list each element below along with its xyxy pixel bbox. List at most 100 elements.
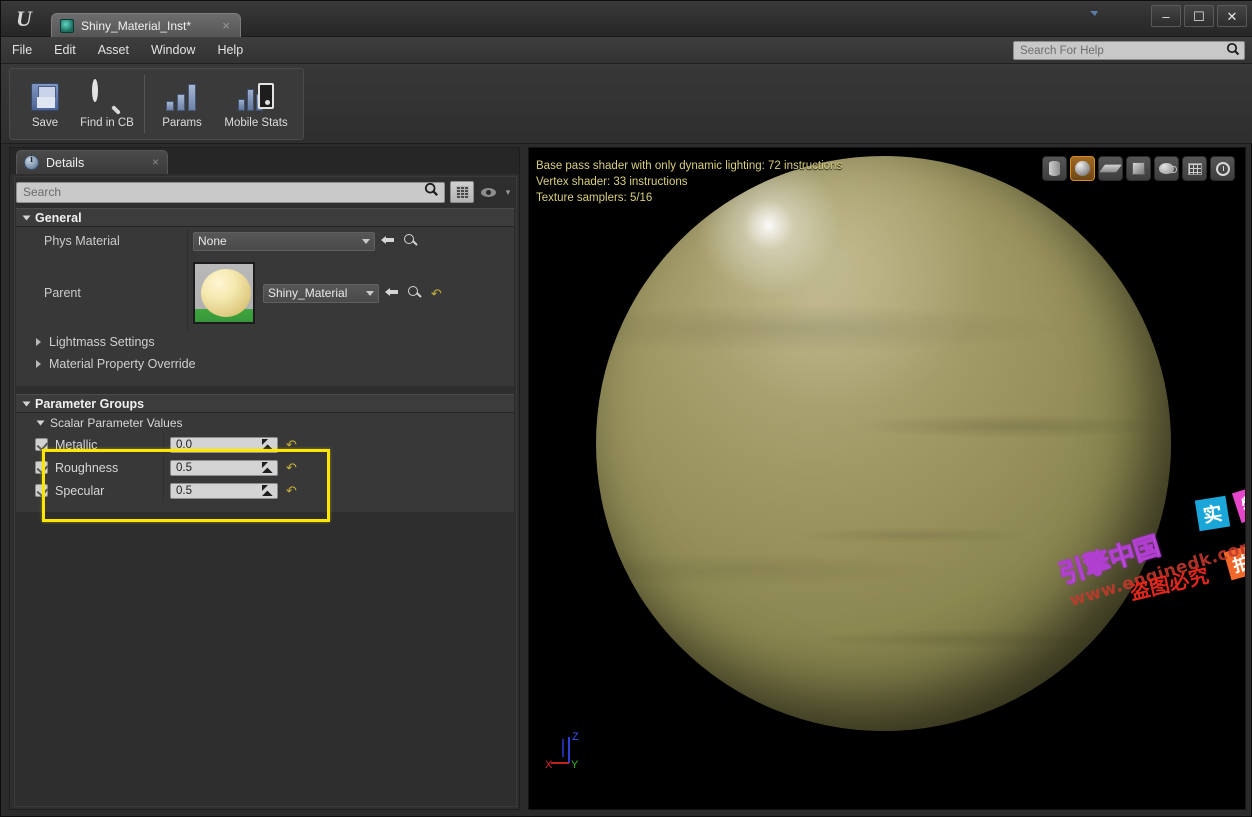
close-icon[interactable]: × — [152, 155, 159, 169]
use-selected-asset-icon[interactable] — [381, 233, 397, 249]
section-header-general[interactable]: General — [16, 208, 514, 227]
stat-base-pass: Base pass shader with only dynamic light… — [536, 160, 843, 172]
specular-value-input[interactable]: 0.5 — [170, 482, 278, 499]
titlebar-utility-icons — [1087, 9, 1135, 29]
floppy-disk-icon — [31, 79, 59, 115]
phys-material-label: Phys Material — [16, 227, 188, 255]
roughness-checkbox[interactable] — [35, 461, 48, 474]
watermark-tile-wu: 物 — [1231, 483, 1245, 524]
grid-toggle-button[interactable] — [1182, 156, 1207, 181]
reset-to-default-icon[interactable]: ↷ — [286, 483, 297, 498]
section-header-parameter-groups[interactable]: Parameter Groups — [16, 394, 514, 413]
browse-asset-icon[interactable] — [407, 285, 423, 301]
mobile-stats-icon — [238, 79, 274, 115]
chat-icon[interactable] — [1087, 9, 1107, 29]
realtime-icon — [1215, 161, 1230, 176]
svg-text:X: X — [545, 759, 553, 771]
row-lightmass-settings[interactable]: Lightmass Settings — [16, 331, 514, 353]
axis-gizmo: Z Y X — [541, 729, 601, 781]
specular-checkbox[interactable] — [35, 484, 48, 497]
shader-stats-overlay: Base pass shader with only dynamic light… — [536, 158, 842, 206]
menu-edit[interactable]: Edit — [43, 40, 87, 60]
editor-toolbar: Save Find in CB Params Mobile Stats — [1, 64, 1252, 144]
roughness-value-input[interactable]: 0.5 — [170, 459, 278, 476]
sphere-preview-button[interactable] — [1070, 156, 1095, 181]
menu-window[interactable]: Window — [140, 40, 206, 60]
param-row-roughness: Roughness 0.5 ↷ — [16, 456, 514, 479]
metallic-value-input[interactable]: 0.0 — [170, 436, 278, 453]
cube-icon — [1132, 162, 1145, 175]
find-in-cb-button[interactable]: Find in CB — [76, 69, 138, 139]
drag-spinner-icon[interactable] — [262, 439, 273, 450]
specular-value: 0.5 — [176, 484, 192, 497]
search-input[interactable]: Search — [16, 181, 445, 203]
chevron-down-icon[interactable]: ▾ — [502, 187, 514, 198]
details-tab-row: Details × — [10, 148, 519, 174]
grid-icon — [1187, 162, 1202, 175]
chevron-down-icon — [362, 238, 370, 244]
search-icon — [1226, 42, 1240, 59]
minimize-button[interactable]: – — [1151, 5, 1181, 27]
metallic-checkbox[interactable] — [35, 438, 48, 451]
info-icon — [24, 154, 39, 170]
parameter-groups-body: Scalar Parameter Values Metallic 0.0 ↷ R… — [16, 413, 514, 512]
title-bar: U Shiny_Material_Inst* × – ☐ ✕ — [1, 1, 1252, 37]
stat-vertex-shader: Vertex shader: 33 instructions — [536, 176, 688, 188]
reset-to-default-icon[interactable]: ↷ — [286, 437, 297, 452]
mobile-stats-button[interactable]: Mobile Stats — [213, 69, 299, 139]
cube-preview-button[interactable] — [1126, 156, 1151, 181]
feedback-icon[interactable] — [1115, 9, 1135, 29]
sphere-icon — [1075, 161, 1090, 176]
material-preview-viewport[interactable]: Base pass shader with only dynamic light… — [528, 147, 1246, 810]
metallic-label: Metallic — [55, 437, 98, 452]
menu-bar: File Edit Asset Window Help Search For H… — [1, 37, 1252, 64]
visibility-icon — [480, 187, 496, 197]
browse-asset-icon[interactable] — [403, 233, 419, 249]
close-icon[interactable]: × — [222, 18, 230, 33]
chevron-right-icon — [36, 360, 41, 368]
use-selected-asset-icon[interactable] — [385, 285, 401, 301]
save-label: Save — [31, 117, 59, 129]
chevron-down-icon — [366, 290, 374, 296]
row-parent: Parent Shiny_Material ↷ — [16, 255, 514, 331]
plane-preview-button[interactable] — [1098, 156, 1123, 181]
toolbar-group-stats: Params Mobile Stats — [147, 69, 303, 139]
teapot-preview-button[interactable] — [1154, 156, 1179, 181]
params-button[interactable]: Params — [151, 69, 213, 139]
parent-material-thumbnail[interactable] — [193, 262, 255, 324]
phys-material-dropdown[interactable]: None — [193, 231, 375, 251]
chevron-down-icon — [22, 215, 31, 220]
row-material-property-override[interactable]: Material Property Override — [16, 353, 514, 375]
parent-material-value: Shiny_Material — [268, 286, 348, 300]
asset-tab-label: Shiny_Material_Inst* — [81, 18, 192, 33]
menu-file[interactable]: File — [1, 40, 43, 60]
maximize-button[interactable]: ☐ — [1184, 5, 1214, 27]
reset-to-default-icon[interactable]: ↷ — [286, 460, 297, 475]
drag-spinner-icon[interactable] — [262, 485, 273, 496]
parent-material-dropdown[interactable]: Shiny_Material — [263, 283, 379, 303]
menu-help[interactable]: Help — [206, 40, 254, 60]
asset-tab[interactable]: Shiny_Material_Inst* × — [51, 13, 241, 37]
visibility-toggle[interactable] — [479, 182, 497, 202]
drag-spinner-icon[interactable] — [262, 462, 273, 473]
help-search-input[interactable]: Search For Help — [1013, 41, 1245, 60]
tab-details[interactable]: Details × — [16, 150, 168, 174]
general-properties: Phys Material None Parent Shiny_Material… — [16, 227, 514, 386]
search-placeholder: Search — [23, 185, 62, 199]
menu-asset[interactable]: Asset — [87, 40, 140, 60]
subgroup-scalar-parameter-values[interactable]: Scalar Parameter Values — [16, 413, 514, 433]
reset-to-default-icon[interactable]: ↷ — [431, 286, 442, 301]
details-tab-label: Details — [46, 155, 85, 170]
metallic-value: 0.0 — [176, 438, 192, 451]
grid-view-toggle[interactable] — [450, 181, 474, 203]
realtime-toggle-button[interactable] — [1210, 156, 1235, 181]
toolbar-group-asset: Save Find in CB — [10, 69, 142, 139]
param-row-metallic: Metallic 0.0 ↷ — [16, 433, 514, 456]
watermark-tile-shi: 实 — [1194, 495, 1231, 532]
cylinder-preview-button[interactable] — [1042, 156, 1067, 181]
window-controls: – ☐ ✕ — [1151, 5, 1247, 27]
save-button[interactable]: Save — [14, 69, 76, 139]
svg-text:Y: Y — [571, 759, 579, 771]
close-button[interactable]: ✕ — [1217, 5, 1247, 27]
preview-sphere-mesh — [596, 156, 1171, 731]
